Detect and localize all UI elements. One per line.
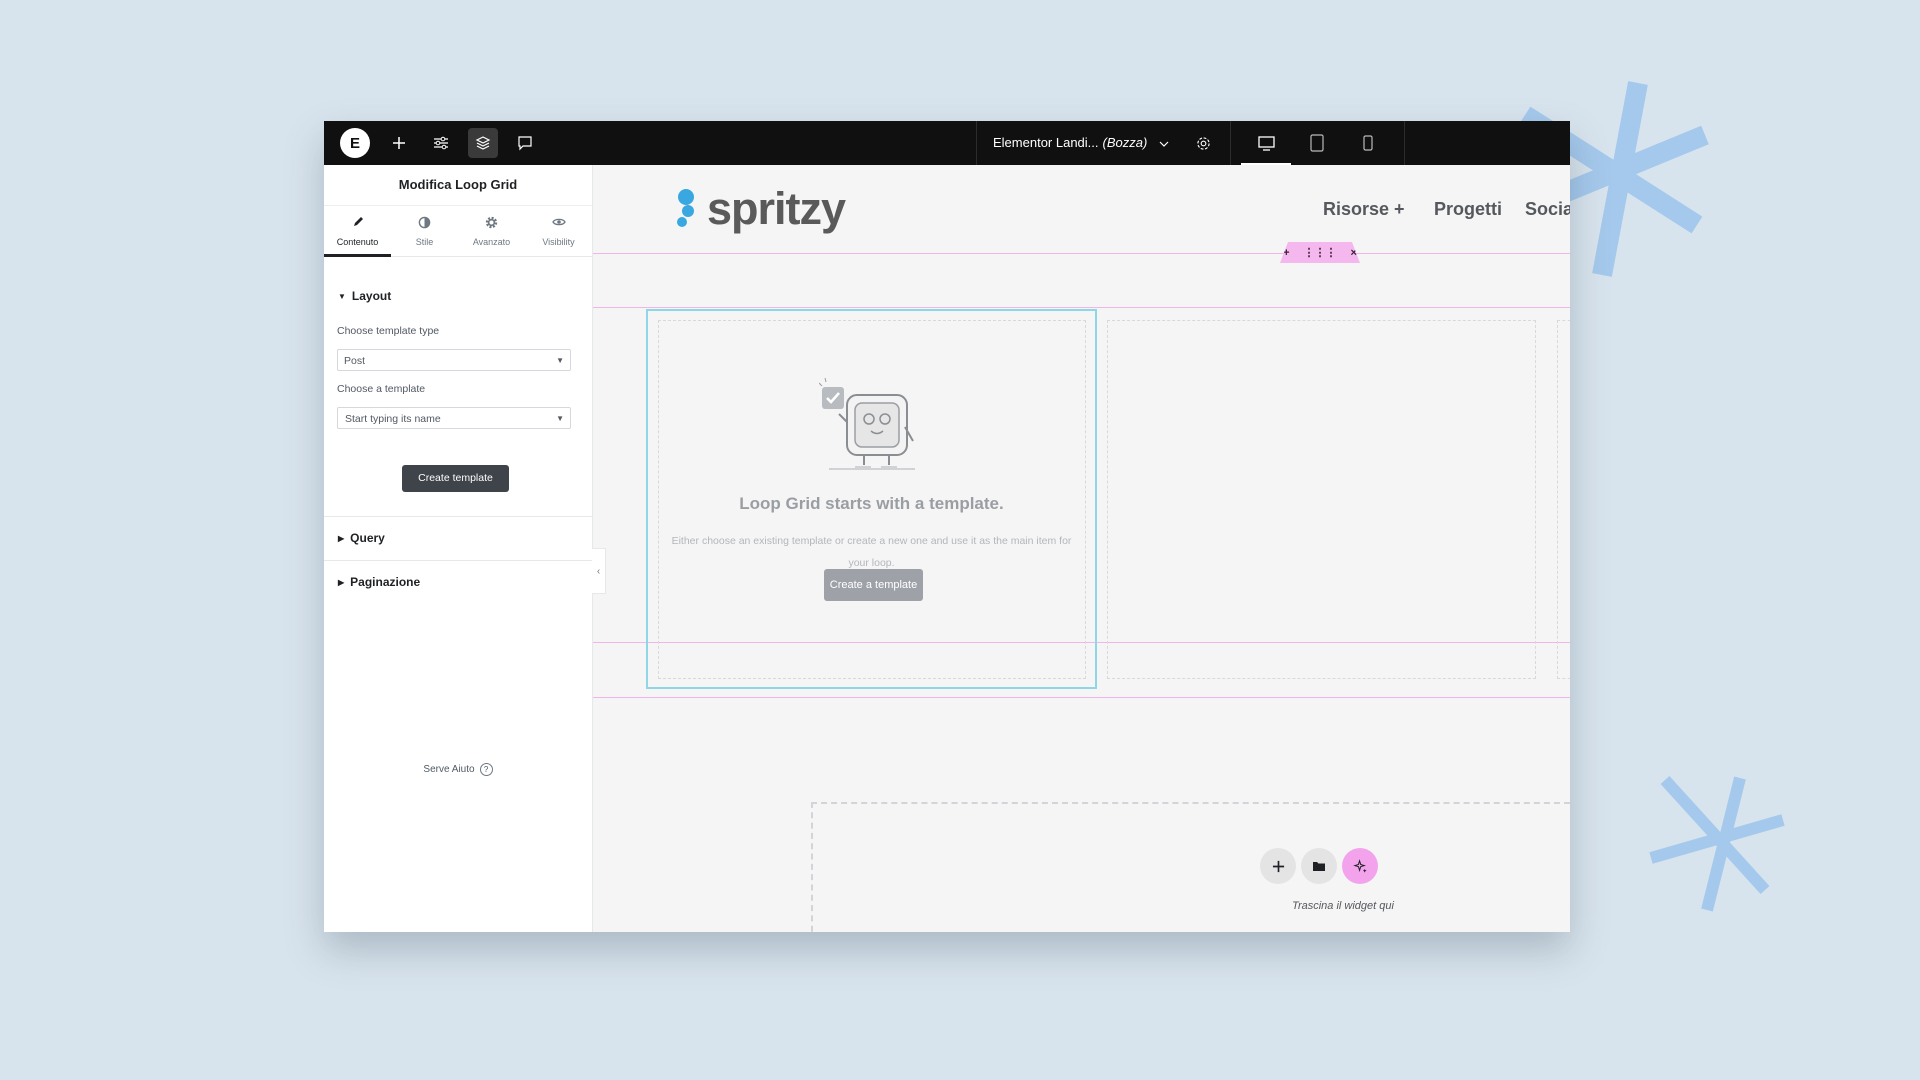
mobile-icon (1363, 135, 1373, 151)
widget-drop-zone[interactable] (811, 802, 1570, 932)
half-circle-icon (418, 216, 431, 229)
panel-tabs: Contenuto Stile Avanzato Visibility (324, 205, 592, 257)
chevron-left-icon: ‹ (596, 565, 601, 577)
eye-icon (551, 218, 566, 226)
tab-label: Visibility (542, 237, 575, 247)
desktop-icon (1257, 135, 1275, 151)
document-status: (Bozza) (1102, 135, 1148, 150)
layers-icon (475, 136, 491, 150)
delete-section-icon[interactable]: × (1351, 247, 1357, 259)
topbar-divider (976, 121, 977, 165)
template-placeholder: Start typing its name (345, 413, 441, 425)
create-a-template-button[interactable]: Create a template (824, 569, 923, 601)
device-desktop-button[interactable] (1241, 121, 1291, 165)
site-logo[interactable]: spritzy (673, 183, 846, 235)
template-type-select[interactable]: Post ▼ (337, 349, 571, 371)
editor-panel: Modifica Loop Grid Contenuto Stile Avanz… (324, 165, 593, 932)
loop-empty-title: Loop Grid starts with a template. (739, 494, 1004, 513)
add-section-button[interactable] (1260, 848, 1296, 884)
gear-icon (1196, 136, 1210, 150)
panel-title: Modifica Loop Grid (398, 177, 518, 192)
section-outline (593, 697, 1570, 698)
document-title-button[interactable]: Elementor Landi... (Bozza) (993, 121, 1169, 165)
gear-icon (485, 216, 498, 229)
help-link[interactable]: Serve Aiuto ? (324, 763, 592, 776)
panel-collapse-button[interactable]: ‹ (592, 548, 606, 594)
section-query-toggle[interactable]: ▶ Query (338, 521, 385, 555)
folder-icon (1313, 862, 1325, 871)
nav-item-social[interactable]: Social M (1525, 199, 1570, 220)
device-tablet-button[interactable] (1292, 121, 1342, 165)
tab-visibility[interactable]: Visibility (525, 206, 592, 256)
header-outline (593, 253, 1570, 254)
nav-item-risorse[interactable]: Risorse + (1323, 199, 1405, 220)
ai-generate-button[interactable] (1342, 848, 1378, 884)
asterisk-decoration-small (1649, 775, 1785, 912)
comment-icon (518, 136, 532, 151)
document-title: Elementor Landi... (993, 135, 1099, 150)
caret-right-icon: ▶ (338, 533, 345, 543)
section-layout-toggle[interactable]: ▼ Layout (338, 289, 391, 303)
template-label: Choose a template (337, 383, 426, 395)
tab-label: Contenuto (336, 237, 379, 247)
plus-icon (1272, 860, 1284, 872)
chevron-down-icon (1159, 141, 1169, 147)
question-icon: ? (479, 763, 493, 776)
tab-content[interactable]: Contenuto (324, 206, 391, 257)
template-type-value: Post (344, 355, 366, 367)
create-template-button[interactable]: Create template (402, 465, 509, 492)
tab-style[interactable]: Stile (391, 206, 458, 256)
structure-button[interactable] (468, 128, 498, 158)
section-handle[interactable]: + ⋮⋮⋮ × (1280, 242, 1360, 263)
add-template-button[interactable] (1301, 848, 1337, 884)
section-heading: Paginazione (350, 575, 421, 589)
add-element-button[interactable] (384, 128, 414, 158)
site-settings-button[interactable] (426, 128, 456, 158)
caret-down-icon: ▼ (556, 414, 564, 423)
template-type-label: Choose template type (337, 325, 440, 337)
elementor-logo-icon[interactable]: E (340, 128, 370, 158)
brand-name: spritzy (707, 183, 846, 234)
caret-down-icon: ▼ (338, 291, 346, 301)
help-text: Serve Aiuto (423, 764, 475, 775)
section-heading: Layout (351, 289, 392, 303)
tab-label: Avanzato (472, 237, 511, 247)
section-divider (324, 560, 592, 561)
top-bar: E Elementor Landi... (Bozza) (324, 121, 1570, 165)
editor-window: E Elementor Landi... (Bozza) Modifica Lo… (324, 121, 1570, 932)
tab-advanced[interactable]: Avanzato (458, 206, 525, 256)
loop-item-placeholder (1107, 320, 1536, 679)
section-pagination-toggle[interactable]: ▶ Paginazione (338, 565, 420, 599)
sliders-icon (434, 136, 448, 150)
drag-handle-icon[interactable]: ⋮⋮⋮ (1304, 246, 1337, 259)
template-illustration (819, 377, 915, 470)
editor-canvas[interactable]: spritzy Risorse + Progetti Social M + ⋮⋮… (593, 165, 1570, 932)
tab-label: Stile (415, 237, 434, 247)
topbar-divider (1404, 121, 1405, 165)
page-settings-button[interactable] (1188, 128, 1218, 158)
caret-down-icon: ▼ (556, 356, 564, 365)
device-mobile-button[interactable] (1343, 121, 1393, 165)
topbar-divider (1230, 121, 1231, 165)
notes-button[interactable] (510, 128, 540, 158)
loop-empty-description: Either choose an existing template or cr… (671, 535, 1072, 569)
section-divider (324, 516, 592, 517)
spritzy-logo-icon (677, 189, 694, 227)
pencil-icon (353, 217, 363, 226)
ai-sparkle-icon (1352, 858, 1367, 873)
template-search-select[interactable]: Start typing its name ▼ (337, 407, 571, 429)
section-heading: Query (350, 531, 385, 545)
loop-item-placeholder (1557, 320, 1570, 679)
drop-widget-hint: Trascina il widget qui (1292, 900, 1394, 912)
nav-item-progetti[interactable]: Progetti (1434, 199, 1502, 220)
tablet-icon (1310, 134, 1324, 152)
plus-icon (393, 137, 405, 149)
add-section-icon[interactable]: + (1283, 247, 1289, 259)
caret-right-icon: ▶ (338, 577, 345, 587)
